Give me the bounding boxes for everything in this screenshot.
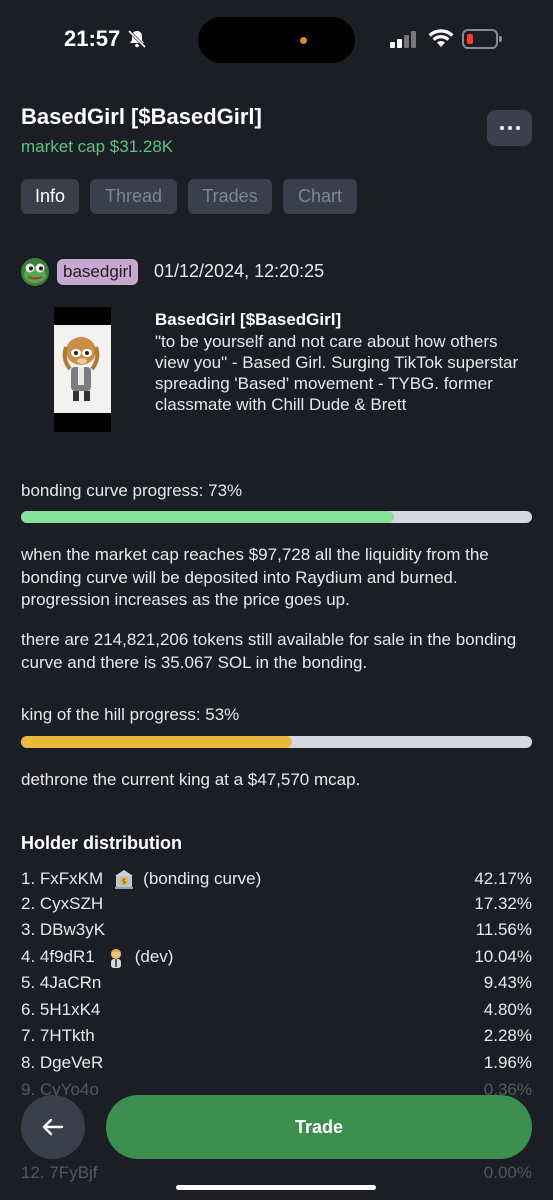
holder-name: 8. DgeVeR xyxy=(21,1053,104,1072)
arrow-left-icon xyxy=(42,1118,64,1136)
holder-tag: (dev) xyxy=(134,947,174,966)
trade-button[interactable]: Trade xyxy=(106,1095,532,1159)
tab-info[interactable]: Info xyxy=(21,179,79,214)
holder-row[interactable]: 7. 7HTkth 2.28% xyxy=(21,1023,532,1049)
holder-name: 6. 5H1xK4 xyxy=(21,1000,101,1019)
more-menu-button[interactable] xyxy=(487,110,532,146)
holder-row[interactable]: 8. DgeVeR 1.96% xyxy=(21,1050,532,1076)
holder-row[interactable]: 6. 5H1xK4 4.80% xyxy=(21,997,532,1023)
tab-thread[interactable]: Thread xyxy=(90,179,177,214)
tokens-available-info: there are 214,821,206 tokens still avail… xyxy=(21,630,517,672)
holder-address: 1. FxFxKM $ (bonding curve) xyxy=(21,866,261,892)
token-mascot-image xyxy=(54,325,111,413)
signal-icon xyxy=(390,30,420,48)
holder-row[interactable]: 5. 4JaCRn 9.43% xyxy=(21,970,532,996)
holder-address: 12. 7FyBjf xyxy=(21,1160,98,1186)
home-indicator xyxy=(176,1185,376,1190)
holder-percentage: 1.96% xyxy=(483,1053,532,1072)
holder-tag: (bonding curve) xyxy=(143,869,262,888)
holder-percentage: 10.04% xyxy=(474,947,532,966)
holder-percentage: 9.43% xyxy=(483,973,532,992)
creator-username[interactable]: basedgirl xyxy=(57,259,138,285)
king-of-hill-bar xyxy=(21,736,532,748)
holder-percentage: 0.00% xyxy=(483,1163,532,1182)
battery-low-icon xyxy=(462,29,498,49)
market-cap: market cap $31.28K xyxy=(21,137,174,156)
holder-row[interactable]: 3. DBw3yK 11.56% xyxy=(21,917,532,943)
king-of-hill-info: dethrone the current king at a $47,570 m… xyxy=(21,770,361,789)
holder-name: 7. 7HTkth xyxy=(21,1026,95,1045)
holder-address: 8. DgeVeR xyxy=(21,1050,103,1076)
holder-percentage: 42.17% xyxy=(474,869,532,888)
holder-address: 3. DBw3yK xyxy=(21,917,105,943)
holder-percentage: 2.28% xyxy=(483,1026,532,1045)
holder-row[interactable]: 12. 7FyBjf 0.00% xyxy=(21,1160,532,1186)
svg-text:$: $ xyxy=(122,878,126,886)
holder-name: 2. CyxSZH xyxy=(21,894,104,913)
more-dots-icon xyxy=(499,126,504,130)
status-bar: 21:57 xyxy=(0,0,553,80)
token-description: "to be yourself and not care about how o… xyxy=(155,332,519,414)
back-button[interactable] xyxy=(21,1095,85,1159)
bonding-curve-fill xyxy=(21,511,395,523)
holder-percentage: 11.56% xyxy=(475,920,532,939)
holder-row[interactable]: 1. FxFxKM $ (bonding curve) 42.17% xyxy=(21,866,532,892)
king-of-hill-fill xyxy=(21,736,292,748)
bell-slash-icon xyxy=(127,29,147,49)
holder-name: 12. 7FyBjf xyxy=(21,1163,98,1182)
token-image xyxy=(54,307,111,432)
bonding-curve-label: bonding curve progress: 73% xyxy=(21,481,243,500)
holder-row[interactable]: 2. CyxSZH 17.32% xyxy=(21,891,532,917)
holders-title: Holder distribution xyxy=(21,833,182,853)
holder-address: 6. 5H1xK4 xyxy=(21,997,100,1023)
privacy-indicator xyxy=(300,37,307,44)
tab-trades[interactable]: Trades xyxy=(188,179,272,214)
bank-icon: $ xyxy=(113,868,135,890)
holder-address: 7. 7HTkth xyxy=(21,1023,95,1049)
tab-chart[interactable]: Chart xyxy=(283,179,357,214)
holder-percentage: 17.32% xyxy=(474,894,532,913)
king-of-hill-label: king of the hill progress: 53% xyxy=(21,705,240,724)
bonding-curve-info: when the market cap reaches $97,728 all … xyxy=(21,545,489,609)
holder-name: 5. 4JaCRn xyxy=(21,973,102,992)
holder-name: 1. FxFxKM xyxy=(21,869,104,888)
wifi-icon xyxy=(428,29,454,47)
holder-address: 5. 4JaCRn xyxy=(21,970,101,996)
holder-address: 4. 4f9dR1 (dev) xyxy=(21,944,173,970)
status-time: 21:57 xyxy=(64,26,121,51)
token-name: BasedGirl [$BasedGirl] xyxy=(155,310,342,329)
holder-name: 3. DBw3yK xyxy=(21,920,106,939)
holder-row[interactable]: 4. 4f9dR1 (dev) 10.04% xyxy=(21,944,532,970)
holder-percentage: 4.80% xyxy=(483,1000,532,1019)
holder-name: 4. 4f9dR1 xyxy=(21,947,95,966)
frog-avatar-icon xyxy=(21,258,49,286)
created-timestamp: 01/12/2024, 12:20:25 xyxy=(154,261,325,281)
bonding-curve-bar xyxy=(21,511,532,523)
creator-avatar[interactable] xyxy=(21,258,49,286)
holder-address: 2. CyxSZH xyxy=(21,891,103,917)
page-title: BasedGirl [$BasedGirl] xyxy=(21,104,262,129)
dynamic-island xyxy=(198,17,355,63)
person-icon xyxy=(105,946,127,968)
